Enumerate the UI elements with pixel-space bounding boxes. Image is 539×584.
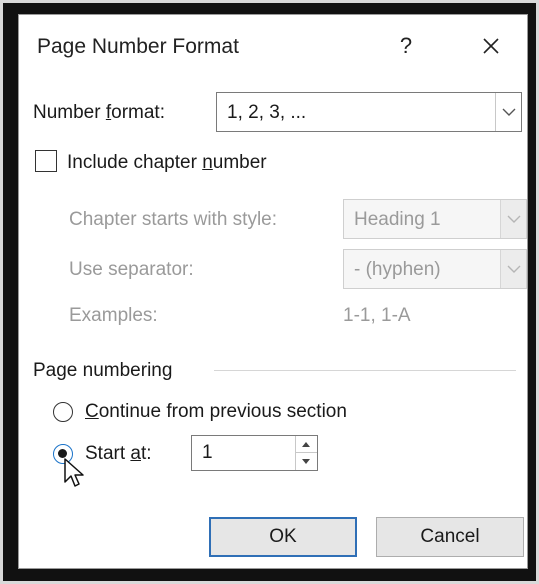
continue-from-previous-label[interactable]: Continue from previous section: [85, 401, 347, 423]
group-divider: [214, 370, 516, 371]
start-at-stepper[interactable]: 1: [191, 435, 318, 471]
separator-value: - (hyphen): [354, 259, 441, 280]
separator-dropdown[interactable]: - (hyphen): [343, 249, 527, 289]
caret-up-icon: [302, 442, 310, 447]
chapter-style-dropdown[interactable]: Heading 1: [343, 199, 527, 239]
chevron-down-icon: [507, 215, 521, 223]
number-format-label: Number format:: [33, 102, 165, 123]
start-at-value[interactable]: 1: [202, 442, 213, 464]
caret-down-icon: [302, 459, 310, 464]
number-format-value: 1, 2, 3, ...: [227, 102, 307, 123]
examples-label: Examples:: [69, 305, 158, 326]
separator-dropdown-button[interactable]: [500, 250, 526, 288]
chevron-down-icon: [502, 108, 516, 116]
examples-value: 1-1, 1-A: [343, 305, 411, 326]
number-format-dropdown[interactable]: 1, 2, 3, ...: [216, 92, 522, 132]
stepper-buttons: [295, 436, 317, 470]
number-format-dropdown-button[interactable]: [495, 93, 521, 131]
close-button[interactable]: [471, 29, 511, 63]
close-icon: [483, 38, 499, 54]
include-chapter-number-checkbox[interactable]: [35, 150, 57, 172]
mouse-pointer-icon: [64, 458, 84, 487]
chapter-style-dropdown-button[interactable]: [500, 200, 526, 238]
dialog-title: Page Number Format: [37, 35, 239, 58]
start-at-label[interactable]: Start at:: [85, 443, 152, 465]
stepper-up-button[interactable]: [296, 436, 317, 453]
chapter-starts-with-style-label: Chapter starts with style:: [69, 209, 278, 230]
page-numbering-group-label: Page numbering: [33, 360, 173, 381]
chapter-style-value: Heading 1: [354, 209, 441, 230]
continue-from-previous-radio[interactable]: [53, 402, 73, 422]
page-number-format-dialog: Page Number Format ? Number format: 1, 2…: [18, 14, 528, 569]
cancel-button[interactable]: Cancel: [376, 517, 524, 557]
help-button[interactable]: ?: [391, 29, 421, 63]
ok-button[interactable]: OK: [209, 517, 357, 557]
include-chapter-number-label[interactable]: Include chapter number: [67, 152, 267, 174]
chevron-down-icon: [507, 265, 521, 273]
use-separator-label: Use separator:: [69, 259, 194, 280]
stepper-down-button[interactable]: [296, 453, 317, 470]
